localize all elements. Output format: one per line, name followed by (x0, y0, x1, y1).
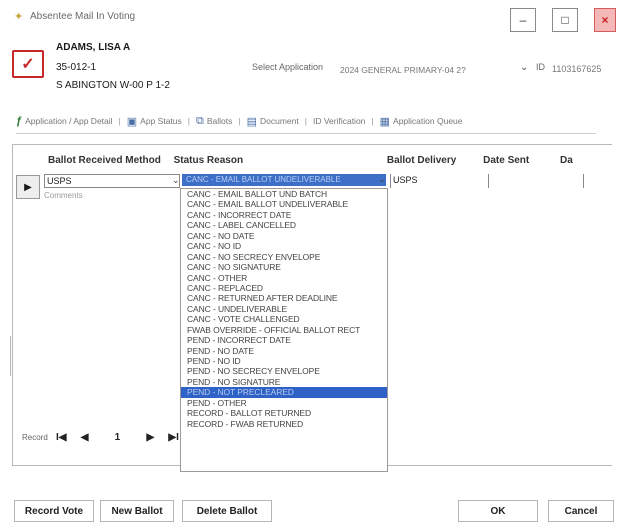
chevron-down-icon[interactable]: ⌄ (378, 174, 386, 185)
dropdown-option[interactable]: FWAB OVERRIDE - OFFICIAL BALLOT RECT (181, 325, 387, 335)
dropdown-option[interactable]: CANC - VOTE CHALLENGED (181, 314, 387, 324)
chevron-down-icon[interactable]: ⌄ (520, 62, 528, 73)
id-value: 1103167625 (552, 64, 602, 74)
dropdown-option[interactable]: PEND - INCORRECT DATE (181, 335, 387, 345)
tab-label: Application Queue (393, 116, 463, 126)
tab-ballots[interactable]: ⧉ Ballots (196, 115, 232, 128)
cancel-button[interactable]: Cancel (548, 500, 614, 522)
application-icon: ƒ (16, 115, 23, 127)
voter-id: 35-012-1 (56, 62, 97, 73)
col-header-status-reason: Status Reason (173, 155, 244, 166)
voter-precinct: S ABINGTON W-00 P 1-2 (56, 80, 170, 91)
chevron-down-icon[interactable]: ⌄ (172, 175, 180, 186)
delete-ballot-button[interactable]: Delete Ballot (182, 500, 272, 522)
dropdown-option[interactable]: CANC - INCORRECT DATE (181, 210, 387, 220)
voter-checkbox-icon: ✓ (12, 50, 44, 78)
tab-label: ID Verification (312, 116, 366, 126)
tab-document[interactable]: ▤ Document (247, 115, 299, 128)
maximize-button[interactable]: □ (552, 8, 578, 32)
dropdown-option[interactable]: CANC - NO SIGNATURE (181, 262, 387, 272)
close-button[interactable]: × (594, 8, 616, 32)
dropdown-option[interactable]: CANC - EMAIL BALLOT UNDELIVERABLE (181, 199, 387, 209)
dropdown-option[interactable]: CANC - LABEL CANCELLED (181, 220, 387, 230)
tab-label: Ballots (206, 116, 233, 126)
comments-label: Comments (44, 191, 83, 200)
dropdown-option[interactable]: PEND - NO SIGNATURE (181, 377, 387, 387)
document-icon: ▤ (246, 115, 257, 128)
select-application-dropdown[interactable]: 2024 GENERAL PRIMARY-04 2? (340, 65, 518, 75)
dropdown-option[interactable]: PEND - OTHER (181, 398, 387, 408)
record-navigator: Record I◀ ◀ 1 ▶ ▶I (22, 432, 185, 443)
window-title: Absentee Mail In Voting (30, 11, 136, 22)
col-header-ballot-received-method: Ballot Received Method (48, 155, 161, 166)
dropdown-option[interactable]: CANC - NO SECRECY ENVELOPE (181, 252, 387, 262)
tab-divider (16, 133, 596, 134)
record-vote-button[interactable]: Record Vote (14, 500, 94, 522)
status-reason-field[interactable]: CANC - EMAIL BALLOT UNDELIVERABLE (182, 174, 386, 186)
tab-bar: ƒ Application / App Detail | ▣ App Statu… (16, 114, 463, 128)
tab-label: Application / App Detail (25, 116, 113, 126)
tab-app-status[interactable]: ▣ App Status (127, 115, 182, 128)
dropdown-option[interactable]: RECORD - FWAB RETURNED (181, 419, 387, 429)
dropdown-option[interactable]: CANC - UNDELIVERABLE (181, 304, 387, 314)
dropdown-option[interactable]: CANC - EMAIL BALLOT UND BATCH (181, 189, 387, 199)
dropdown-option[interactable]: PEND - NOT PRECLEARED (181, 387, 387, 398)
tab-application[interactable]: ƒ Application / App Detail (16, 115, 113, 127)
current-record: 1 (114, 432, 121, 443)
col-header-date-sent: Date Sent (483, 155, 530, 166)
dropdown-option[interactable]: CANC - NO DATE (181, 231, 387, 241)
tab-label: Document (259, 116, 299, 126)
ballot-received-method-field[interactable]: USPS (44, 174, 180, 188)
col-header-ballot-delivery: Ballot Delivery (386, 155, 457, 166)
ballot-delivery-field[interactable]: USPS (390, 174, 486, 188)
status-reason-dropdown-list[interactable]: CANC - EMAIL BALLOT UND BATCH CANC - EMAI… (180, 188, 388, 472)
dropdown-option[interactable]: CANC - REPLACED (181, 283, 387, 293)
tab-application-queue[interactable]: ▦ Application Queue (380, 115, 463, 128)
first-record-button[interactable]: I◀ (56, 432, 66, 443)
dropdown-option[interactable]: CANC - RETURNED AFTER DEADLINE (181, 293, 387, 303)
tab-label: App Status (140, 116, 182, 126)
ok-button[interactable]: OK (458, 500, 538, 522)
status-icon: ▣ (126, 115, 138, 128)
ballots-icon: ⧉ (195, 114, 204, 127)
id-label: ID (536, 62, 545, 72)
dropdown-option[interactable]: PEND - NO ID (181, 356, 387, 366)
next-record-button[interactable]: ▶ (146, 432, 154, 443)
new-ballot-button[interactable]: New Ballot (100, 500, 174, 522)
panel-divider (10, 336, 14, 376)
dropdown-option[interactable]: PEND - NO DATE (181, 346, 387, 356)
prev-record-button[interactable]: ◀ (81, 432, 89, 443)
grid-header: Ballot Received Method Status Reason Bal… (48, 155, 573, 166)
select-application-label: Select Application (252, 62, 324, 72)
queue-icon: ▦ (379, 115, 391, 128)
dropdown-option[interactable]: CANC - NO ID (181, 241, 387, 251)
tab-id-verification[interactable]: ID Verification (313, 116, 365, 126)
row-selector[interactable]: ▶ (16, 175, 40, 199)
last-record-button[interactable]: ▶I (168, 432, 178, 443)
dropdown-option[interactable]: CANC - OTHER (181, 273, 387, 283)
voter-name: ADAMS, LISA A (56, 42, 131, 53)
date-sent-field[interactable] (488, 174, 584, 188)
dropdown-option[interactable]: RECORD - BALLOT RETURNED (181, 408, 387, 418)
minimize-button[interactable]: – (510, 8, 536, 32)
col-header-more: Da (560, 155, 573, 166)
dropdown-option[interactable]: PEND - NO SECRECY ENVELOPE (181, 366, 387, 376)
record-label: Record (22, 433, 48, 442)
star-icon: ✦ (14, 11, 24, 23)
